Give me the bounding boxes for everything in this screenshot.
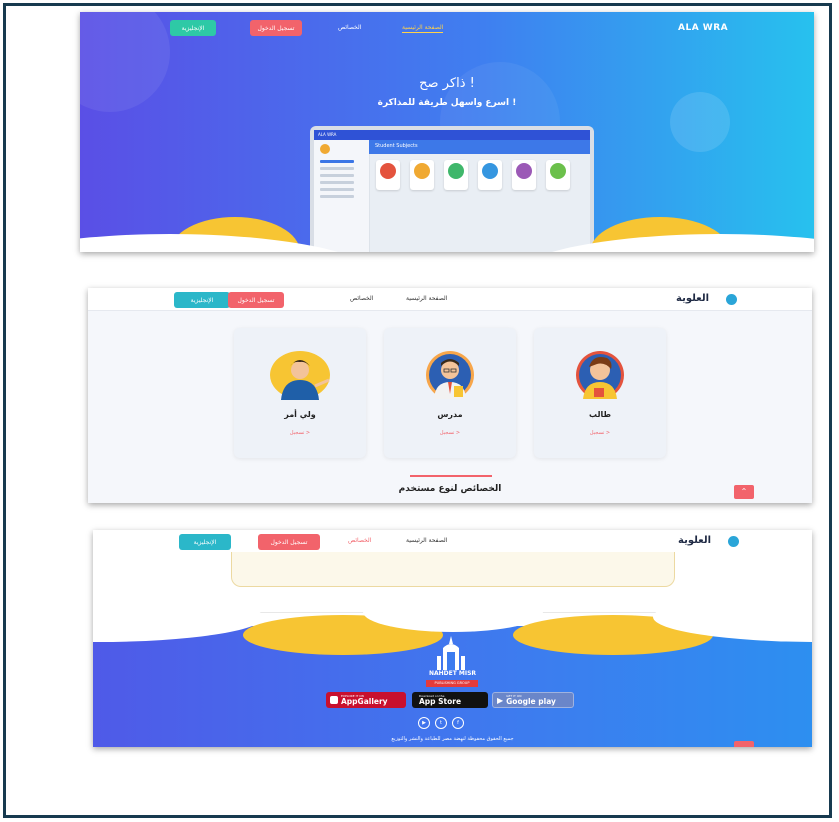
content-card [231,552,675,587]
logo-icon [726,294,737,305]
mock-menu-item [320,160,354,163]
facebook-icon[interactable]: f [452,717,464,729]
top-navbar: الإنجليزية تسجيل الدخول الخصائص الصفحة ا… [93,530,812,552]
user-types-section: الإنجليزية تسجيل الدخول الخصائص الصفحة ا… [88,288,812,503]
huawei-icon [330,696,338,704]
register-link[interactable]: تسجيل > [534,430,666,436]
copyright-text: جميع الحقوق محفوظة لنهضة مصر للطباعة وال… [391,736,514,742]
parent-avatar [270,351,330,400]
teacher-avatar [426,351,474,399]
mock-menu-item [320,188,354,191]
register-link[interactable]: تسجيل > [384,430,516,436]
user-card-student[interactable]: طالب تسجيل > [534,328,666,458]
mock-topbar [369,130,590,140]
nav-link-features[interactable]: الخصائص [338,24,361,31]
youtube-icon[interactable]: ▶ [418,717,430,729]
brand-logo [437,636,465,670]
login-button[interactable]: تسجيل الدخول [228,292,284,308]
card-title: ولي أمر [284,410,316,419]
screenshot-frame: الإنجليزية تسجيل الدخول الخصائص الصفحة ا… [3,3,832,818]
google-play-icon: ▶ [497,695,504,705]
store-big-text: Google play [506,697,556,706]
chevron-up-icon[interactable]: ⌃ [734,485,754,499]
register-link[interactable]: تسجيل > [234,430,366,436]
logo[interactable]: العلوية [676,293,709,304]
logo[interactable]: العلوية [678,535,711,546]
english-button[interactable]: الإنجليزية [170,20,216,36]
mock-band: Student Subjects [369,140,590,154]
twitter-icon[interactable]: t [435,717,447,729]
mock-menu-item [320,195,354,198]
card-title: طالب [588,410,611,419]
top-navbar: الإنجليزية تسجيل الدخول الخصائص الصفحة ا… [88,288,812,311]
mock-subject-tile [444,160,468,190]
google-play-button[interactable]: ▶ GET IT ON Google play [492,692,574,708]
hero-subtitle: اسرع واسهل طريقة للمذاكرة ! [377,98,517,108]
nav-link-home[interactable]: الصفحة الرئيسية [406,295,447,302]
nav-link-features[interactable]: الخصائص [350,295,373,302]
user-card-teacher[interactable]: مدرس تسجيل > [384,328,516,458]
user-card-parent[interactable]: ولي أمر تسجيل > [234,328,366,458]
mock-menu-item [320,181,354,184]
logo-icon [728,536,739,547]
section-divider [410,475,492,477]
mock-sidebar: ALA WRA [314,130,370,252]
appgallery-button[interactable]: EXPLORE IT ON AppGallery [326,692,406,708]
mock-avatar [320,144,330,154]
brand-name: NAHDET MISR [428,670,477,677]
store-big-text: App Store [419,697,462,706]
app-store-button[interactable]: Download on the App Store [412,692,488,708]
login-button[interactable]: تسجيل الدخول [258,534,320,550]
subject-icon [448,163,464,179]
subject-icon [516,163,532,179]
mock-subject-tile [512,160,536,190]
store-big-text: AppGallery [341,697,388,706]
nav-link-home[interactable]: الصفحة الرئيسية [406,537,447,544]
subject-icon [380,163,396,179]
student-avatar [576,351,624,399]
hero-section: الإنجليزية تسجيل الدخول الخصائص الصفحة ا… [80,12,814,252]
footer-section: الإنجليزية تسجيل الدخول الخصائص الصفحة ا… [93,530,812,747]
brand-tag: PUBLISHING GROUP [426,680,478,687]
mock-menu-item [320,174,354,177]
mock-app-logo: ALA WRA [318,132,337,137]
english-button[interactable]: الإنجليزية [174,292,230,308]
subject-icon [550,163,566,179]
nav-link-features[interactable]: الخصائص [348,537,371,544]
subject-icon [482,163,498,179]
hero-title: ذاكر صح ! [419,76,475,91]
section-title: الخصائص لنوع مستخدم [398,484,502,494]
card-title: مدرس [437,410,463,419]
mock-subject-tile [478,160,502,190]
top-navbar: الإنجليزية تسجيل الدخول الخصائص الصفحة ا… [80,20,814,42]
english-button[interactable]: الإنجليزية [179,534,231,550]
subject-icon [414,163,430,179]
chevron-up-icon[interactable] [734,741,754,747]
login-button[interactable]: تسجيل الدخول [250,20,302,36]
logo[interactable]: ALA WRA [678,23,728,33]
laptop-mockup: ALA WRA Student Subjects [310,126,594,252]
mock-section-title: Student Subjects [375,143,418,149]
mock-subject-tile [546,160,570,190]
mock-menu-item [320,167,354,170]
mock-subject-tile [376,160,400,190]
nav-link-home[interactable]: الصفحة الرئيسية [402,24,444,33]
mock-subject-tile [410,160,434,190]
